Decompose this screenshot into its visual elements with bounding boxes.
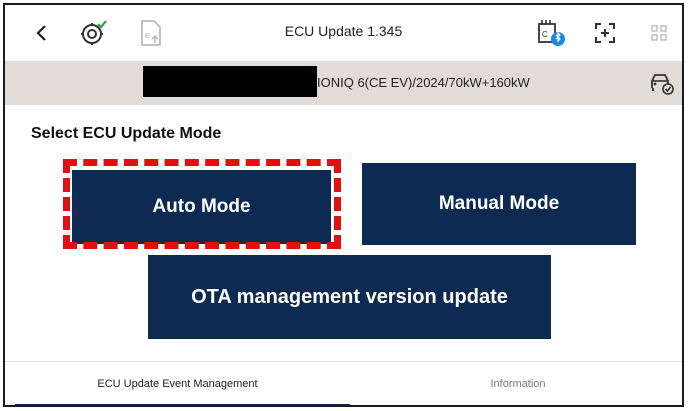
manual-mode-button[interactable]: Manual Mode [362, 163, 636, 245]
top-toolbar: e ECU Update 1.345 C [5, 5, 682, 62]
vci-bluetooth-icon[interactable]: C [533, 15, 569, 51]
svg-text:C: C [542, 30, 548, 39]
car-check-icon[interactable] [648, 70, 674, 101]
vehicle-info-bar: IONIQ 6(CE EV)/2024/70kW+160kW [5, 61, 682, 105]
tab-information[interactable]: Information [350, 378, 682, 390]
redacted-vin [143, 66, 317, 97]
section-label: Select ECU Update Mode [31, 125, 222, 142]
grid-menu-icon[interactable] [641, 15, 677, 51]
auto-mode-button[interactable]: Auto Mode [72, 170, 331, 244]
app-window: e ECU Update 1.345 C IONIQ 6(CE EV)/2024… [3, 3, 684, 407]
page-title: ECU Update 1.345 [284, 23, 403, 39]
ota-update-button[interactable]: OTA management version update [148, 255, 551, 339]
vehicle-info-text: IONIQ 6(CE EV)/2024/70kW+160kW [317, 75, 530, 90]
tab-ecu-update-event-management[interactable]: ECU Update Event Management [5, 378, 350, 390]
screenshot-icon[interactable] [587, 15, 623, 51]
bottom-tabs: ECU Update Event Management Information [5, 361, 682, 405]
active-tab-indicator [15, 404, 350, 405]
